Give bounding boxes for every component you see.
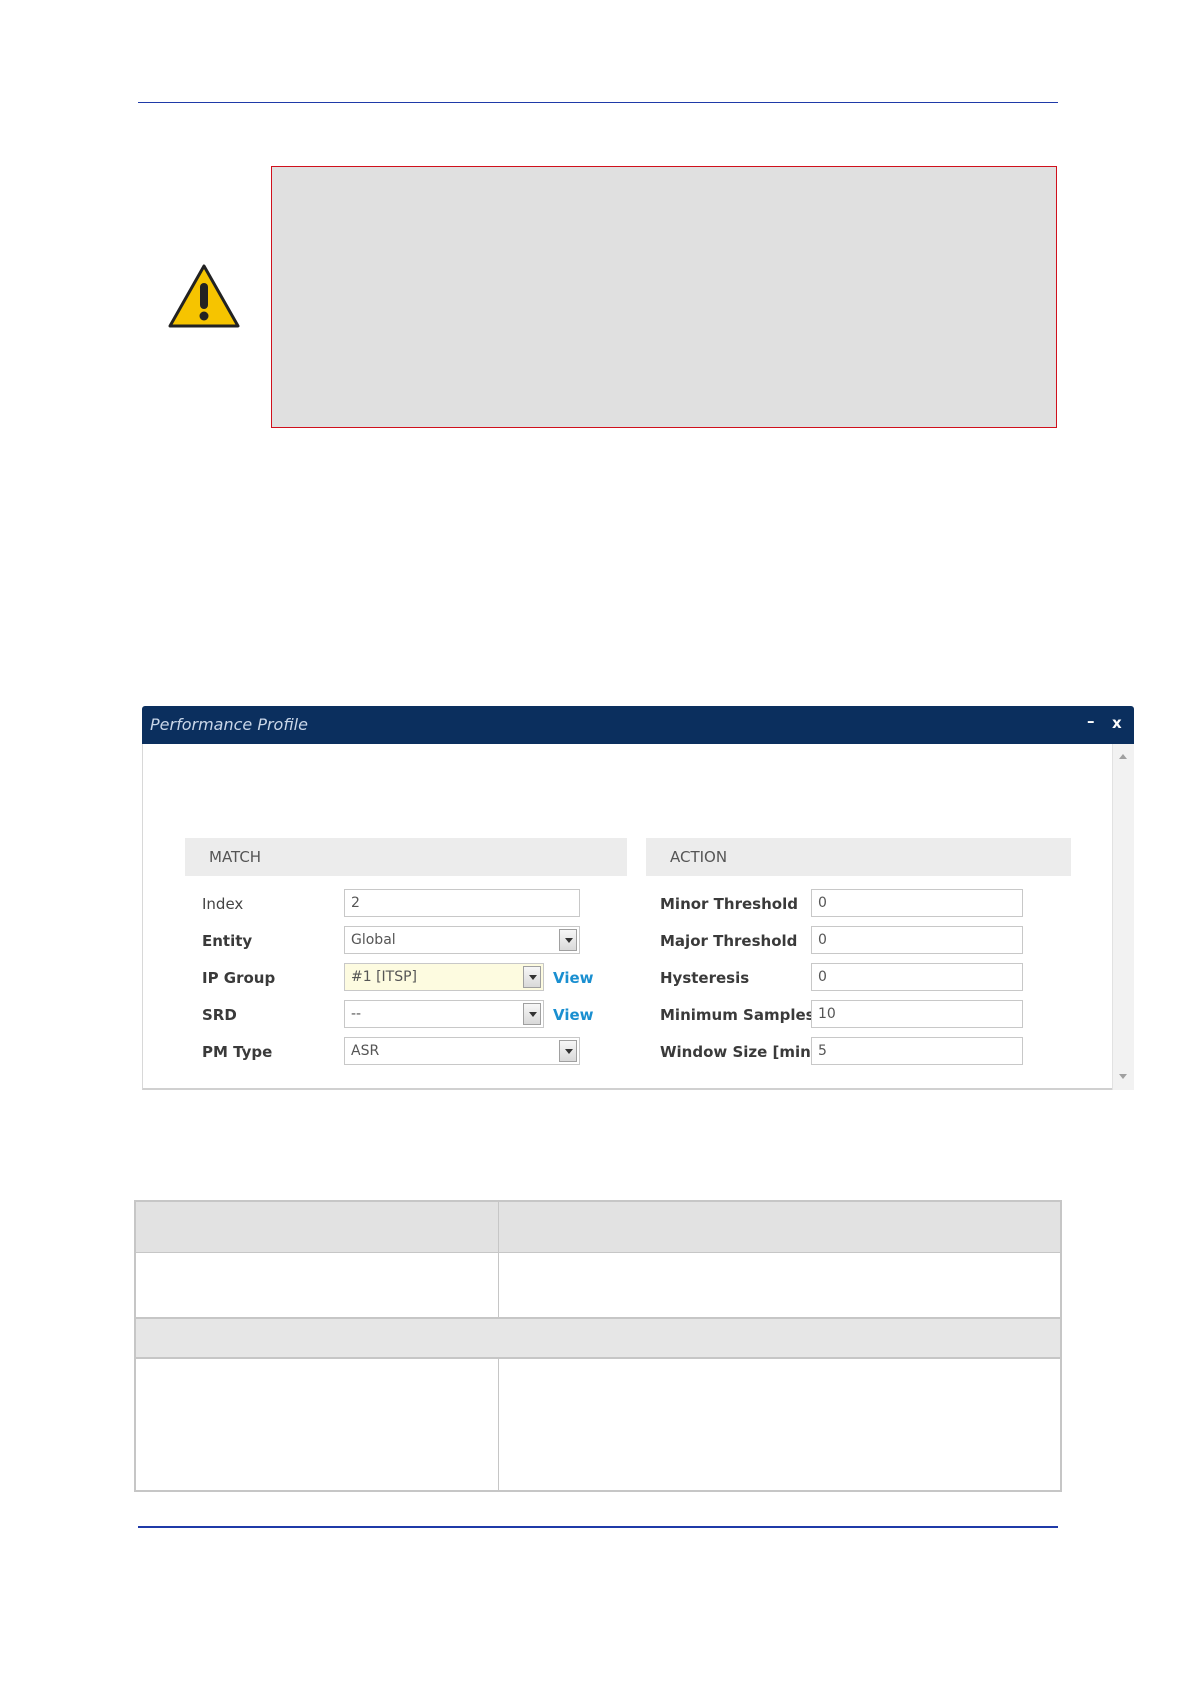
minimum-samples-input[interactable]: 10 <box>811 1000 1023 1028</box>
index-input[interactable]: 2 <box>344 889 580 917</box>
pm-type-label: PM Type <box>202 1043 273 1061</box>
index-label: Index <box>202 895 244 913</box>
chevron-down-icon[interactable] <box>523 966 541 988</box>
minimum-samples-value: 10 <box>818 1006 836 1022</box>
pm-type-select[interactable]: ASR <box>344 1037 580 1065</box>
pm-type-value: ASR <box>351 1043 380 1059</box>
hysteresis-input[interactable]: 0 <box>811 963 1023 991</box>
warning-triangle-icon <box>168 264 240 328</box>
dialog-title: Performance Profile <box>150 715 308 734</box>
major-threshold-input[interactable]: 0 <box>811 926 1023 954</box>
dialog-scrollbar[interactable] <box>1112 744 1134 1090</box>
major-threshold-label: Major Threshold <box>660 932 798 950</box>
chevron-down-icon[interactable] <box>523 1003 541 1025</box>
match-group-header: MATCH <box>185 838 627 876</box>
dialog-body: MATCH ACTION Index 2 Entity Global IP Gr… <box>142 744 1112 1090</box>
ip-group-label: IP Group <box>202 969 276 987</box>
entity-select[interactable]: Global <box>344 926 580 954</box>
parameter-table <box>134 1200 1062 1492</box>
header-rule <box>138 102 1058 103</box>
window-size-input[interactable]: 5 <box>811 1037 1023 1065</box>
window-size-value: 5 <box>818 1043 827 1059</box>
scroll-up-icon[interactable] <box>1119 754 1127 759</box>
ip-group-value: #1 [ITSP] <box>351 969 418 985</box>
chevron-down-icon[interactable] <box>559 1040 577 1062</box>
footer-rule <box>138 1526 1058 1528</box>
action-heading: ACTION <box>670 848 728 866</box>
scroll-down-icon[interactable] <box>1119 1074 1127 1079</box>
hysteresis-label: Hysteresis <box>660 969 750 987</box>
action-group-header: ACTION <box>646 838 1071 876</box>
minimize-icon[interactable]: – <box>1087 712 1095 730</box>
window-size-label: Window Size [min] <box>660 1043 818 1061</box>
minor-threshold-input[interactable]: 0 <box>811 889 1023 917</box>
table-header-row <box>136 1202 1060 1253</box>
match-heading: MATCH <box>209 848 262 866</box>
chevron-down-icon[interactable] <box>559 929 577 951</box>
warning-note-box <box>271 166 1057 428</box>
table-section-row <box>136 1319 1060 1359</box>
srd-value: -- <box>351 1006 362 1022</box>
table-row <box>136 1253 1060 1319</box>
ip-group-view-link[interactable]: View <box>553 969 594 987</box>
srd-select[interactable]: -- <box>344 1000 544 1028</box>
close-icon[interactable]: x <box>1112 714 1122 732</box>
table-column-divider <box>498 1359 499 1490</box>
performance-profile-dialog: Performance Profile – x MATCH ACTION Ind… <box>142 706 1134 1092</box>
entity-value: Global <box>351 932 396 948</box>
major-threshold-value: 0 <box>818 932 827 948</box>
minimum-samples-label: Minimum Samples <box>660 1006 815 1024</box>
ip-group-select[interactable]: #1 [ITSP] <box>344 963 544 991</box>
index-value: 2 <box>351 895 360 911</box>
hysteresis-value: 0 <box>818 969 827 985</box>
dialog-titlebar: Performance Profile – x <box>142 706 1134 744</box>
minor-threshold-label: Minor Threshold <box>660 895 798 913</box>
srd-view-link[interactable]: View <box>553 1006 594 1024</box>
srd-label: SRD <box>202 1006 237 1024</box>
minor-threshold-value: 0 <box>818 895 827 911</box>
table-row <box>136 1359 1060 1490</box>
entity-label: Entity <box>202 932 253 950</box>
